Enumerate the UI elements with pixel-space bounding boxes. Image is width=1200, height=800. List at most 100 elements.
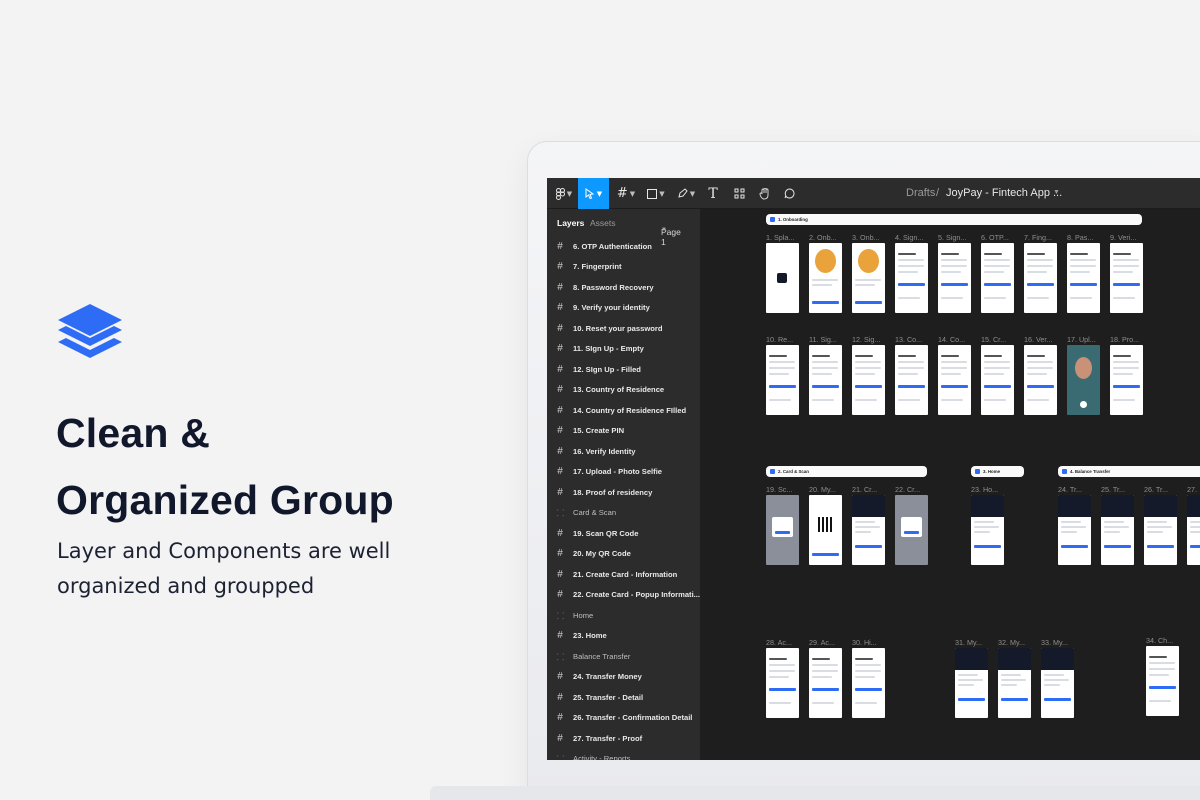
frame-label[interactable]: 1. Spla... xyxy=(766,233,794,242)
section-header[interactable]: 2. Card & Scan xyxy=(766,466,927,477)
screen-thumbnail[interactable] xyxy=(809,345,842,415)
tab-assets[interactable]: Assets xyxy=(590,218,616,228)
screen-thumbnail[interactable] xyxy=(1187,495,1200,565)
layer-item[interactable]: #14. Country of Residence FIlled xyxy=(547,400,700,421)
frame-label[interactable]: 30. Hi... xyxy=(852,638,877,647)
layer-item[interactable]: #6. OTP Authentication xyxy=(547,236,700,257)
screen-thumbnail[interactable] xyxy=(766,648,799,718)
frame-label[interactable]: 2. Onb... xyxy=(809,233,837,242)
screen-thumbnail[interactable] xyxy=(852,648,885,718)
frame-label[interactable]: 19. Sc... xyxy=(766,485,792,494)
frame-label[interactable]: 3. Onb... xyxy=(852,233,880,242)
file-title[interactable]: JoyPay - Fintech App ... xyxy=(946,187,1062,199)
frame-label[interactable]: 26. Tr... xyxy=(1144,485,1168,494)
frame-label[interactable]: 14. Co... xyxy=(938,335,965,344)
frame-label[interactable]: 9. Veri... xyxy=(1110,233,1136,242)
layer-item[interactable]: #10. Reset your password xyxy=(547,318,700,339)
frame-label[interactable]: 32. My... xyxy=(998,638,1025,647)
screen-thumbnail[interactable] xyxy=(1146,646,1179,716)
screen-thumbnail[interactable] xyxy=(1024,243,1057,313)
frame-label[interactable]: 23. Ho... xyxy=(971,485,998,494)
screen-thumbnail[interactable] xyxy=(809,243,842,313)
layer-section[interactable]: ⸬ Activity - Reports xyxy=(547,749,700,760)
layer-item[interactable]: #25. Transfer - Detail xyxy=(547,687,700,708)
move-tool-icon[interactable]: ▼ xyxy=(578,178,609,209)
frame-label[interactable]: 10. Re... xyxy=(766,335,793,344)
screen-thumbnail[interactable] xyxy=(1058,495,1091,565)
screen-thumbnail[interactable] xyxy=(981,243,1014,313)
tab-layers[interactable]: Layers xyxy=(557,218,584,228)
screen-thumbnail[interactable] xyxy=(1024,345,1057,415)
frame-label[interactable]: 33. My... xyxy=(1041,638,1068,647)
screen-thumbnail[interactable] xyxy=(852,345,885,415)
figma-menu-icon[interactable]: ▼ xyxy=(551,178,577,209)
layer-item[interactable]: #11. SIgn Up - Empty xyxy=(547,339,700,360)
layer-item[interactable]: #20. My QR Code xyxy=(547,544,700,565)
layer-item[interactable]: #23. Home xyxy=(547,626,700,647)
chevron-down-icon[interactable]: ▼ xyxy=(1053,189,1060,196)
layer-item[interactable]: #8. Password Recovery xyxy=(547,277,700,298)
layer-section[interactable]: ⸬ Home xyxy=(547,605,700,626)
screen-thumbnail[interactable] xyxy=(1067,345,1100,415)
layer-item[interactable]: #21. Create Card - Information xyxy=(547,564,700,585)
screen-thumbnail[interactable] xyxy=(938,345,971,415)
screen-thumbnail[interactable] xyxy=(895,243,928,313)
screen-thumbnail[interactable] xyxy=(1041,648,1074,718)
frame-label[interactable]: 27. xyxy=(1187,485,1197,494)
screen-thumbnail[interactable] xyxy=(1101,495,1134,565)
design-canvas[interactable]: 1. Onboarding 2. Card & Scan 3. Home 4. Bal… xyxy=(701,209,1200,760)
section-header[interactable]: 4. Balance Transfer xyxy=(1058,466,1200,477)
frame-label[interactable]: 8. Pas... xyxy=(1067,233,1093,242)
frame-label[interactable]: 15. Cr... xyxy=(981,335,1006,344)
layer-item[interactable]: #22. Create Card - Popup Informati... xyxy=(547,585,700,606)
layer-item[interactable]: #13. Country of Residence xyxy=(547,380,700,401)
frame-label[interactable]: 5. Sign... xyxy=(938,233,966,242)
screen-thumbnail[interactable] xyxy=(895,495,928,565)
section-header[interactable]: 1. Onboarding xyxy=(766,214,1142,225)
components-icon[interactable] xyxy=(729,178,749,209)
layer-item[interactable]: #19. Scan QR Code xyxy=(547,523,700,544)
screen-thumbnail[interactable] xyxy=(1110,243,1143,313)
screen-thumbnail[interactable] xyxy=(1110,345,1143,415)
frame-label[interactable]: 13. Co... xyxy=(895,335,922,344)
layer-item[interactable]: #24. Transfer Money xyxy=(547,667,700,688)
shape-tool-icon[interactable]: ▼ xyxy=(643,178,669,209)
screen-thumbnail[interactable] xyxy=(955,648,988,718)
screen-thumbnail[interactable] xyxy=(809,648,842,718)
frame-label[interactable]: 31. My... xyxy=(955,638,982,647)
layer-item[interactable]: #15. Create PIN xyxy=(547,421,700,442)
frame-label[interactable]: 17. Upl... xyxy=(1067,335,1096,344)
frame-label[interactable]: 22. Cr... xyxy=(895,485,920,494)
screen-thumbnail[interactable] xyxy=(998,648,1031,718)
screen-thumbnail[interactable] xyxy=(1067,243,1100,313)
frame-tool-icon[interactable]: # ▼ xyxy=(613,178,639,209)
screen-thumbnail[interactable] xyxy=(766,243,799,313)
layer-item[interactable]: #12. SIgn Up - Filled xyxy=(547,359,700,380)
screen-thumbnail[interactable] xyxy=(852,495,885,565)
screen-thumbnail[interactable] xyxy=(766,495,799,565)
screen-thumbnail[interactable] xyxy=(1144,495,1177,565)
frame-label[interactable]: 25. Tr... xyxy=(1101,485,1125,494)
frame-label[interactable]: 11. Sig... xyxy=(809,335,837,344)
text-tool-icon[interactable]: T xyxy=(703,178,723,209)
frame-label[interactable]: 4. Sign... xyxy=(895,233,923,242)
layer-item[interactable]: #26. Transfer - Confirmation Detail xyxy=(547,708,700,729)
comment-icon[interactable] xyxy=(779,178,799,209)
layer-section[interactable]: ⸬ Card & Scan xyxy=(547,503,700,524)
screen-thumbnail[interactable] xyxy=(766,345,799,415)
screen-thumbnail[interactable] xyxy=(981,345,1014,415)
frame-label[interactable]: 18. Pro... xyxy=(1110,335,1139,344)
screen-thumbnail[interactable] xyxy=(852,243,885,313)
frame-label[interactable]: 28. Ac... xyxy=(766,638,792,647)
frame-label[interactable]: 24. Tr... xyxy=(1058,485,1082,494)
hand-tool-icon[interactable] xyxy=(754,178,774,209)
frame-label[interactable]: 7. Fing... xyxy=(1024,233,1052,242)
frame-label[interactable]: 20. My... xyxy=(809,485,836,494)
layer-item[interactable]: #18. Proof of residency xyxy=(547,482,700,503)
screen-thumbnail[interactable] xyxy=(971,495,1004,565)
section-header[interactable]: 3. Home xyxy=(971,466,1024,477)
frame-label[interactable]: 6. OTP... xyxy=(981,233,1009,242)
frame-label[interactable]: 16. Ver... xyxy=(1024,335,1052,344)
breadcrumb-drafts[interactable]: Drafts xyxy=(906,187,935,199)
frame-label[interactable]: 34. Ch... xyxy=(1146,636,1173,645)
